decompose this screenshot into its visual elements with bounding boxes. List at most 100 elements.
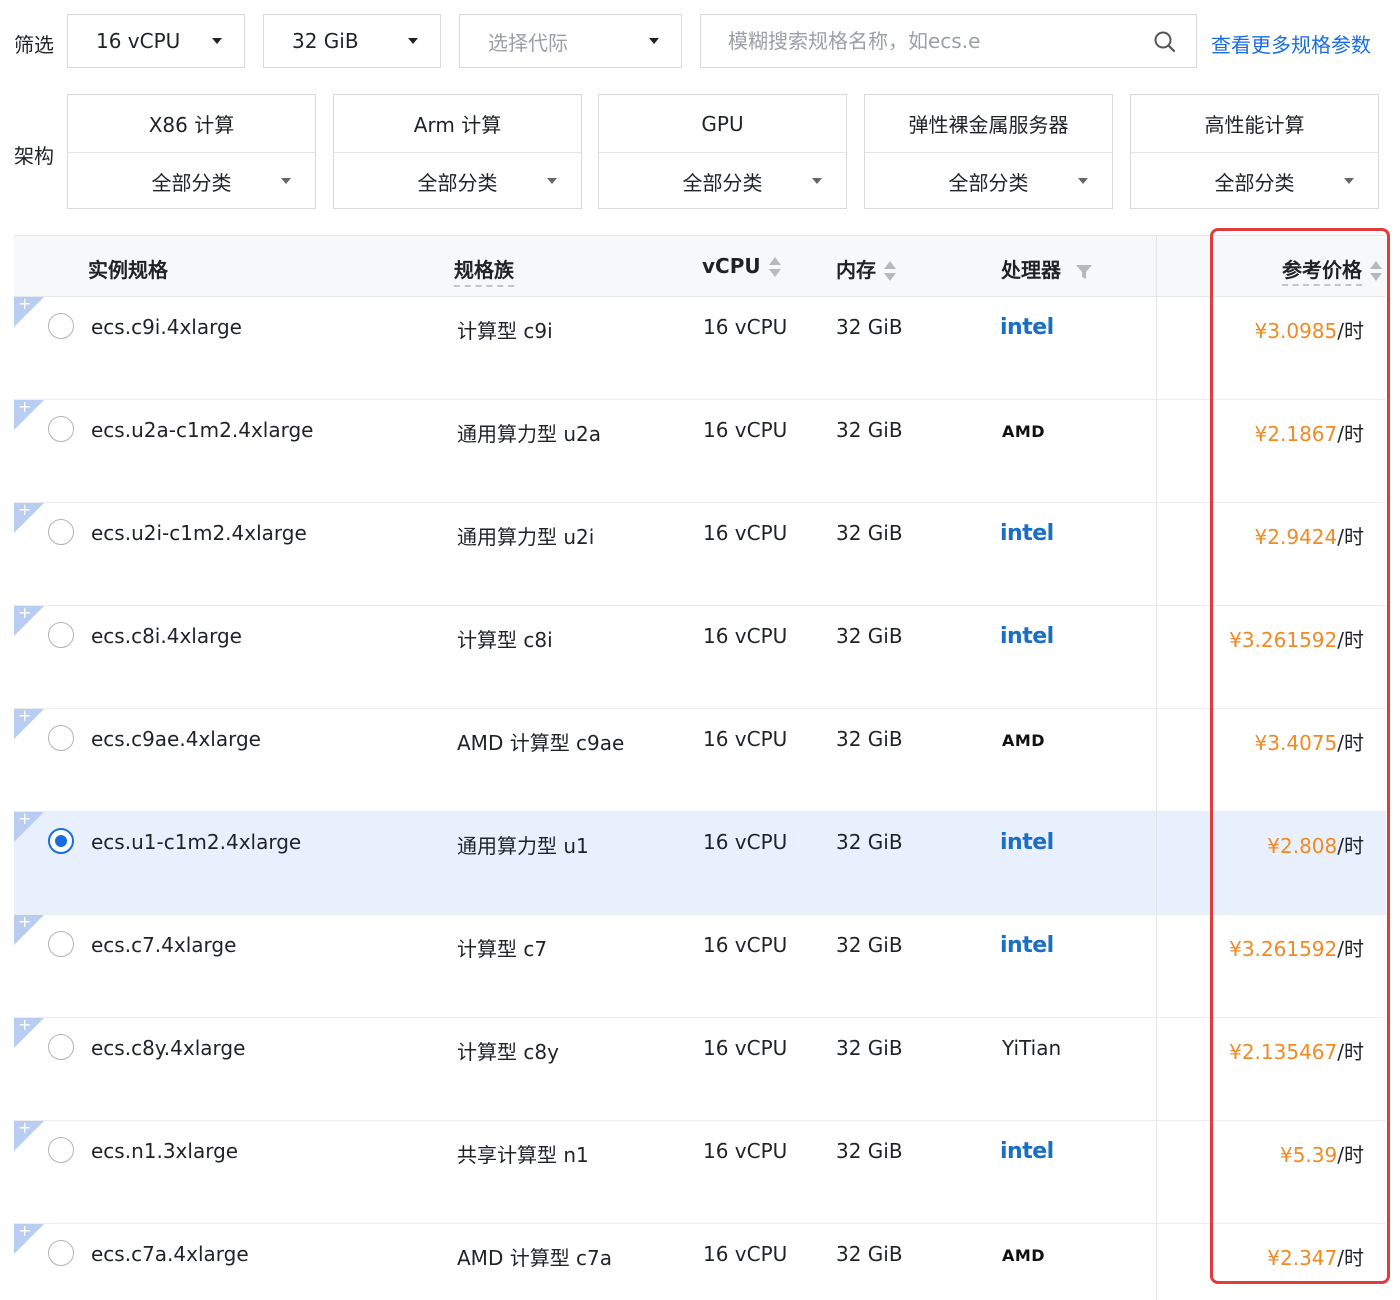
caret-down-icon [649,38,659,44]
arch-card-title[interactable]: 高性能计算 [1131,95,1378,153]
arch-category-select[interactable]: 全部分类 [68,153,315,209]
arch-category-value: 全部分类 [417,170,498,195]
expand-plus-icon[interactable]: + [18,1120,31,1136]
price-amount: ¥3.4075 [1254,731,1338,755]
expand-plus-icon[interactable]: + [18,708,31,724]
row-radio[interactable] [48,725,74,751]
header-family[interactable]: 规格族 [454,254,514,287]
row-radio[interactable] [48,519,74,545]
cell-price: ¥2.135467/时 [1229,1036,1364,1065]
arch-category-select[interactable]: 全部分类 [334,153,581,209]
instance-table: 实例规格 规格族 vCPU 内存 处理器 参考价格 + ecs.c9i.4xlar… [14,235,1386,1300]
expand-plus-icon[interactable]: + [18,1223,31,1239]
price-amount: ¥3.261592 [1229,628,1338,652]
cell-memory: 32 GiB [836,1139,903,1163]
arch-card-title[interactable]: X86 计算 [68,95,315,153]
arch-card-bare-metal[interactable]: 弹性裸金属服务器 全部分类 [864,94,1113,209]
search-input[interactable] [728,29,1128,53]
price-unit: /时 [1337,834,1364,858]
row-radio[interactable] [48,1240,74,1266]
cell-spec: ecs.u2a-c1m2.4xlarge [91,418,314,442]
header-memory[interactable]: 内存 [836,254,896,284]
cell-memory: 32 GiB [836,830,903,854]
row-radio[interactable] [48,1034,74,1060]
cell-memory: 32 GiB [836,521,903,545]
price-unit: /时 [1337,731,1364,755]
table-row[interactable]: + ecs.n1.3xlarge 共享计算型 n1 16 vCPU 32 GiB inte… [14,1120,1386,1224]
filter-icon[interactable] [1075,263,1093,281]
header-vcpu-label: vCPU [702,254,761,278]
arch-card-hpc[interactable]: 高性能计算 全部分类 [1130,94,1379,209]
price-unit: /时 [1337,525,1364,549]
intel-logo: intel [1000,830,1054,855]
arch-card-arm[interactable]: Arm 计算 全部分类 [333,94,582,209]
cell-family: 共享计算型 n1 [457,1143,589,1167]
table-row[interactable]: + ecs.c8i.4xlarge 计算型 c8i 16 vCPU 32 GiB inte… [14,605,1386,709]
arch-card-gpu[interactable]: GPU 全部分类 [598,94,847,209]
search-field[interactable] [700,14,1197,68]
header-price[interactable]: 参考价格 [1282,254,1382,286]
cell-price: ¥2.347/时 [1267,1242,1364,1271]
arch-category-select[interactable]: 全部分类 [865,153,1112,209]
sort-icon[interactable] [1370,260,1382,284]
cell-price: ¥2.9424/时 [1255,521,1364,550]
arch-category-select[interactable]: 全部分类 [599,153,846,209]
row-radio[interactable] [48,931,74,957]
row-radio[interactable] [48,828,74,854]
table-row[interactable]: + ecs.c7a.4xlarge AMD 计算型 c7a 16 vCPU 32 GiB… [14,1223,1386,1300]
generation-select[interactable]: 选择代际 [459,14,682,68]
header-memory-label: 内存 [836,258,876,282]
more-spec-params-link[interactable]: 查看更多规格参数 [1211,29,1371,58]
cell-family: 通用算力型 u2a [457,422,602,446]
table-row[interactable]: + ecs.u2i-c1m2.4xlarge 通用算力型 u2i 16 vCPU 32 … [14,502,1386,606]
expand-plus-icon[interactable]: + [18,296,31,312]
row-radio[interactable] [48,416,74,442]
table-row[interactable]: + ecs.c9ae.4xlarge AMD 计算型 c9ae 16 vCPU 32 G… [14,708,1386,812]
arch-card-title[interactable]: 弹性裸金属服务器 [865,95,1112,153]
header-vcpu[interactable]: vCPU [702,254,781,280]
table-row[interactable]: + ecs.u2a-c1m2.4xlarge 通用算力型 u2a 16 vCPU 32 … [14,399,1386,503]
arch-card-title[interactable]: GPU [599,95,846,153]
filter-label: 筛选 [14,33,54,57]
cell-family: 通用算力型 u1 [457,834,589,858]
cell-spec: ecs.c8y.4xlarge [91,1036,246,1060]
header-processor[interactable]: 处理器 [1001,254,1093,283]
row-radio[interactable] [48,313,74,339]
header-spec: 实例规格 [88,258,168,282]
table-row[interactable]: + ecs.c8y.4xlarge 计算型 c8y 16 vCPU 32 GiB YiTi… [14,1017,1386,1121]
cell-price: ¥3.261592/时 [1229,933,1364,962]
price-unit: /时 [1337,422,1364,446]
caret-down-icon [1078,178,1088,184]
cell-vcpu: 16 vCPU [703,1036,788,1060]
cell-family: 通用算力型 u2i [457,525,595,549]
expand-plus-icon[interactable]: + [18,1017,31,1033]
memory-select[interactable]: 32 GiB [263,14,441,68]
sort-icon[interactable] [884,260,896,284]
expand-plus-icon[interactable]: + [18,502,31,518]
expand-plus-icon[interactable]: + [18,605,31,621]
arch-card-x86[interactable]: X86 计算 全部分类 [67,94,316,209]
arch-category-select[interactable]: 全部分类 [1131,153,1378,209]
cell-price: ¥3.4075/时 [1255,727,1364,756]
vcpu-select[interactable]: 16 vCPU [67,14,245,68]
intel-logo: intel [1000,1139,1054,1164]
expand-plus-icon[interactable]: + [18,914,31,930]
table-row[interactable]: + ecs.c7.4xlarge 计算型 c7 16 vCPU 32 GiB intel ¥… [14,914,1386,1018]
fixed-column-divider [1156,235,1157,1300]
arch-card-title[interactable]: Arm 计算 [334,95,581,153]
table-row[interactable]: + ecs.u1-c1m2.4xlarge 通用算力型 u1 16 vCPU 32 Gi… [14,811,1386,915]
sort-icon[interactable] [768,256,781,280]
generation-select-placeholder: 选择代际 [488,30,568,55]
row-radio[interactable] [48,622,74,648]
cell-vcpu: 16 vCPU [703,727,788,751]
row-radio[interactable] [48,1137,74,1163]
amd-logo: AMD [1002,422,1046,441]
expand-plus-icon[interactable]: + [18,399,31,415]
expand-plus-icon[interactable]: + [18,811,31,827]
architecture-label: 架构 [14,144,54,168]
cell-family: 计算型 c7 [457,937,548,961]
memory-select-value: 32 GiB [292,29,359,53]
table-row[interactable]: + ecs.c9i.4xlarge 计算型 c9i 16 vCPU 32 GiB inte… [14,296,1386,400]
caret-down-icon [547,178,557,184]
search-icon[interactable] [1152,29,1178,55]
